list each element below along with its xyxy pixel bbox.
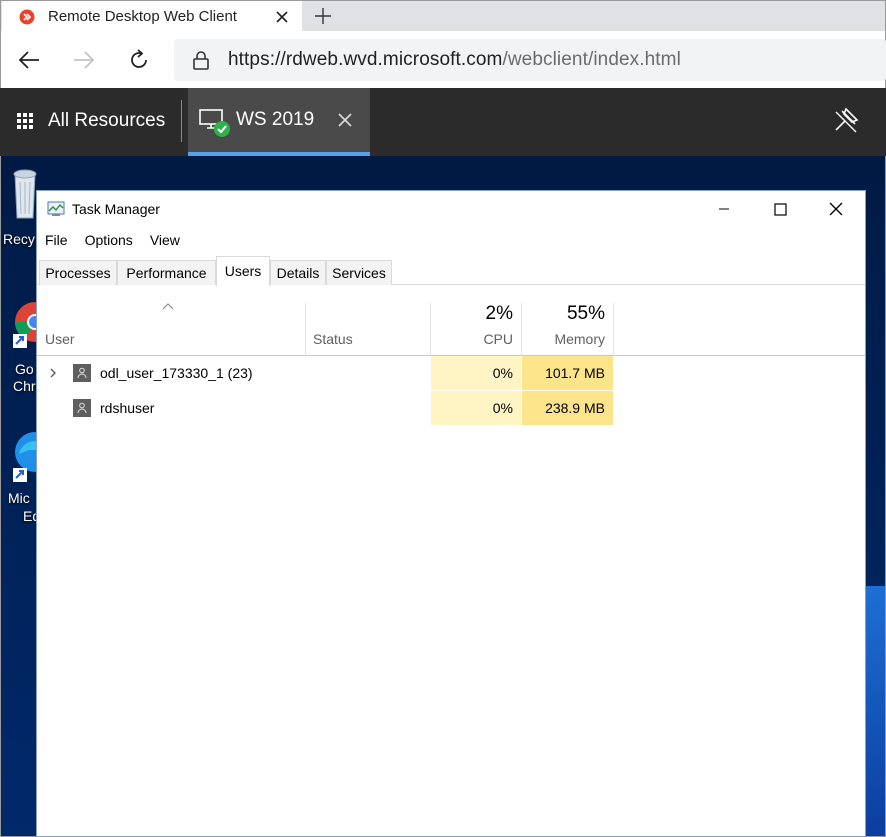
edge-label-line1[interactable]: Mic <box>8 490 30 507</box>
cpu-total-value: 2% <box>485 303 513 324</box>
lock-icon[interactable] <box>192 50 210 70</box>
rd-bar-divider <box>181 100 182 142</box>
url-host: https://rdweb.wvd.microsoft.com <box>228 49 503 70</box>
task-manager-tabs: Processes Performance Users Details Serv… <box>37 251 865 286</box>
row-cpu: 0% <box>431 391 521 425</box>
tab-processes[interactable]: Processes <box>39 260 117 285</box>
browser-tab-bar: Remote Desktop Web Client <box>0 0 886 32</box>
row-status <box>313 391 429 425</box>
tab-users[interactable]: Users <box>216 256 270 286</box>
address-bar[interactable]: https://rdweb.wvd.microsoft.com/webclien… <box>174 39 886 81</box>
maximize-icon[interactable] <box>757 191 803 227</box>
session-tab-ws2019[interactable]: WS 2019 <box>188 88 370 156</box>
column-divider[interactable] <box>305 303 306 355</box>
tab-services[interactable]: Services <box>326 260 392 285</box>
row-cpu: 0% <box>431 356 521 390</box>
column-header-cpu[interactable]: 2% CPU <box>431 303 521 357</box>
cpu-header-label: CPU <box>483 331 513 347</box>
unpin-icon[interactable] <box>832 106 860 134</box>
rd-favicon-icon <box>19 9 35 24</box>
all-resources-label: All Resources <box>48 110 166 131</box>
row-memory: 238.9 MB <box>522 391 613 425</box>
all-resources-button[interactable]: All Resources <box>0 88 165 154</box>
url-path: /webclient/index.html <box>502 49 681 70</box>
url-text: https://rdweb.wvd.microsoft.com/webclien… <box>228 49 681 71</box>
task-manager-titlebar[interactable]: Task Manager <box>37 191 865 227</box>
task-manager-window[interactable]: Task Manager File Options View Processes… <box>36 190 866 837</box>
column-header-user[interactable]: User <box>45 303 305 357</box>
chrome-label-line1[interactable]: Go <box>15 361 34 378</box>
row-user-name: odl_user_173330_1 (23) <box>100 365 253 381</box>
back-arrow-icon[interactable] <box>14 45 44 75</box>
close-session-icon[interactable] <box>335 110 355 130</box>
user-avatar-icon <box>73 364 91 382</box>
new-tab-icon[interactable] <box>309 3 337 29</box>
column-header-status[interactable]: Status <box>313 303 429 357</box>
row-memory: 101.7 MB <box>522 356 613 390</box>
browser-tab-title: Remote Desktop Web Client <box>48 8 237 25</box>
browser-toolbar: https://rdweb.wvd.microsoft.com/webclien… <box>0 31 886 88</box>
task-manager-app-icon <box>47 201 65 216</box>
memory-header-label: Memory <box>554 331 605 347</box>
task-manager-title: Task Manager <box>72 201 160 217</box>
tab-performance[interactable]: Performance <box>117 260 216 285</box>
app-grid-icon <box>17 113 33 129</box>
menu-bar: File Options View <box>37 229 865 251</box>
session-label: WS 2019 <box>236 109 315 130</box>
monitor-connected-icon <box>199 109 230 137</box>
refresh-icon[interactable] <box>124 45 154 75</box>
chevron-right-icon[interactable] <box>47 367 59 379</box>
menu-options[interactable]: Options <box>77 229 133 251</box>
row-status <box>313 356 429 390</box>
chrome-label-line2[interactable]: Chr <box>13 378 36 395</box>
user-avatar-icon <box>73 399 91 417</box>
browser-tab[interactable]: Remote Desktop Web Client <box>2 1 302 32</box>
status-header-label: Status <box>313 331 353 347</box>
user-header-label: User <box>45 331 75 347</box>
table-row[interactable]: odl_user_173330_1 (23) 0% 101.7 MB <box>37 356 865 390</box>
close-tab-icon[interactable] <box>270 5 294 29</box>
tab-details[interactable]: Details <box>270 260 326 285</box>
row-user-name: rdshuser <box>100 400 155 416</box>
rd-client-bar: All Resources WS 2019 <box>0 88 886 156</box>
menu-file[interactable]: File <box>37 229 68 251</box>
memory-total-value: 55% <box>566 303 605 324</box>
minimize-icon[interactable] <box>701 191 747 227</box>
column-header-memory[interactable]: 55% Memory <box>522 303 613 357</box>
forward-arrow-icon[interactable] <box>69 45 99 75</box>
wallpaper-light-beam <box>866 586 885 836</box>
menu-view[interactable]: View <box>142 229 180 251</box>
close-window-icon[interactable] <box>813 191 859 227</box>
recycle-bin-label[interactable]: Recy <box>3 231 35 248</box>
column-divider[interactable] <box>613 303 614 355</box>
table-row[interactable]: rdshuser 0% 238.9 MB <box>37 391 865 425</box>
